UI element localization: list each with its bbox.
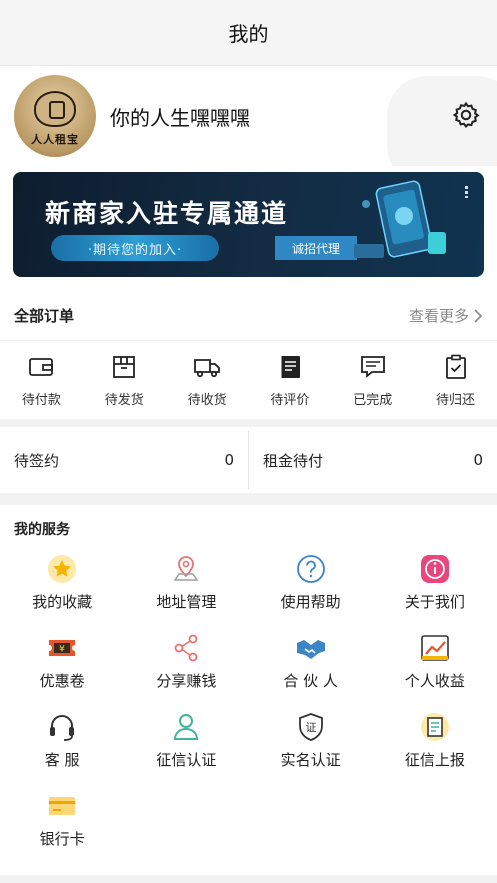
services-title: 我的服务 (14, 522, 70, 538)
service-label: 个人收益 (404, 672, 465, 690)
service-address[interactable]: 地址管理 (124, 553, 248, 618)
order-status-label: 待发货 (104, 392, 144, 408)
order-status-pending-shipment[interactable]: 待发货 (83, 341, 166, 419)
service-customer-support[interactable]: 客 服 (0, 711, 124, 776)
more-dots-icon[interactable] (465, 186, 468, 198)
pending-rent-label: 租金待付 (263, 451, 324, 470)
book-icon (280, 355, 300, 378)
pending-sign-cell[interactable]: 待签约 0 (0, 427, 248, 493)
share-icon (174, 634, 198, 662)
avatar-brand-text: 人人租宝 (31, 133, 79, 146)
service-label: 我的收藏 (32, 593, 93, 611)
help-icon (296, 555, 325, 583)
service-share[interactable]: 分享赚钱 (124, 632, 248, 697)
banner-subtitle: ·期待您的加入· (51, 235, 219, 261)
merchant-banner[interactable]: 新商家入驻专属通道 ·期待您的加入· 诚招代理 (13, 172, 484, 277)
wallet-icon (29, 357, 54, 376)
order-status-pending-payment[interactable]: 待付款 (0, 341, 83, 419)
truck-icon (194, 358, 220, 377)
shield-icon: 证 (298, 713, 323, 741)
banner-title: 新商家入驻专属通道 (45, 199, 289, 228)
orders-title: 全部订单 (14, 307, 75, 325)
service-label: 使用帮助 (280, 593, 341, 611)
page-title: 我的 (228, 22, 269, 46)
handshake-icon (296, 640, 325, 659)
pending-sign-label: 待签约 (14, 451, 60, 470)
chart-icon (421, 635, 449, 661)
orders-header: 全部订单 查看更多 (0, 291, 497, 341)
service-label: 合 伙 人 (283, 672, 338, 690)
orders-section: 全部订单 查看更多 待付款 待发货 待收货 待评价 已完成 待归还 (0, 291, 497, 419)
service-coupons[interactable]: ¥ 优惠卷 (0, 632, 124, 697)
service-label: 银行卡 (39, 830, 85, 848)
info-icon (420, 555, 449, 583)
bank-card-icon (49, 797, 76, 815)
service-about[interactable]: 关于我们 (373, 553, 497, 618)
pending-rent-count: 0 (473, 451, 483, 469)
svg-text:证: 证 (305, 721, 316, 734)
service-help[interactable]: 使用帮助 (249, 553, 373, 618)
service-label: 征信上报 (404, 751, 465, 769)
service-real-name[interactable]: 证 实名认证 (249, 711, 373, 776)
order-status-pending-receipt[interactable]: 待收货 (166, 341, 249, 419)
service-credit-report[interactable]: 征信上报 (373, 711, 497, 776)
order-status-label: 待付款 (21, 392, 61, 408)
order-status-pending-return[interactable]: 待归还 (414, 341, 497, 419)
location-icon (173, 556, 199, 581)
chevron-right-icon (474, 308, 483, 323)
service-partner[interactable]: 合 伙 人 (249, 632, 373, 697)
nav-bar: 我的 (0, 0, 497, 66)
service-label: 客 服 (44, 751, 80, 769)
services-grid: 我的收藏 地址管理 使用帮助 关于我们 ¥ 优惠卷 分享赚钱 合 伙 人 个人收… (0, 553, 497, 875)
service-bank-card[interactable]: 银行卡 (0, 790, 124, 855)
service-label: 征信认证 (156, 751, 217, 769)
order-status-row: 待付款 待发货 待收货 待评价 已完成 待归还 (0, 341, 497, 419)
coupon-icon: ¥ (49, 640, 76, 656)
ox-logo-icon (34, 91, 76, 127)
service-label: 关于我们 (404, 593, 465, 611)
package-icon (113, 355, 136, 378)
view-more-link[interactable]: 查看更多 (409, 305, 483, 326)
view-more-label: 查看更多 (408, 307, 469, 325)
order-status-label: 已完成 (353, 392, 393, 408)
order-status-label: 待收货 (187, 392, 227, 408)
order-status-pending-review[interactable]: 待评价 (248, 341, 331, 419)
phone-illustration-icon (354, 180, 446, 258)
profile-section: 人人租宝 你的人生嘿嘿嘿 (0, 66, 497, 166)
service-earnings[interactable]: 个人收益 (373, 632, 497, 697)
pending-summary: 待签约 0 租金待付 0 (0, 427, 497, 493)
order-status-completed[interactable]: 已完成 (331, 341, 414, 419)
service-label: 优惠卷 (39, 672, 85, 690)
message-icon (360, 355, 385, 378)
services-section: 我的服务 我的收藏 地址管理 使用帮助 关于我们 ¥ 优惠卷 分享赚钱 合 伙 (0, 505, 497, 875)
service-label: 实名认证 (280, 751, 341, 769)
banner-container: 新商家入驻专属通道 ·期待您的加入· 诚招代理 (0, 166, 497, 291)
svg-text:¥: ¥ (59, 645, 65, 655)
service-credit-auth[interactable]: 征信认证 (124, 711, 248, 776)
pending-rent-cell[interactable]: 租金待付 0 (249, 427, 497, 493)
service-label: 分享赚钱 (156, 672, 217, 690)
service-label: 地址管理 (156, 593, 217, 611)
service-favorites[interactable]: 我的收藏 (0, 553, 124, 618)
report-icon (420, 713, 449, 741)
headset-icon (50, 715, 75, 741)
gear-icon[interactable] (451, 100, 481, 130)
star-icon (48, 555, 77, 583)
username[interactable]: 你的人生嘿嘿嘿 (110, 102, 250, 131)
order-status-label: 待归还 (436, 392, 476, 408)
avatar[interactable]: 人人租宝 (14, 75, 96, 157)
user-icon (174, 714, 199, 740)
order-status-label: 待评价 (270, 392, 310, 408)
clipboard-check-icon (445, 354, 466, 379)
pending-sign-count: 0 (224, 451, 234, 469)
